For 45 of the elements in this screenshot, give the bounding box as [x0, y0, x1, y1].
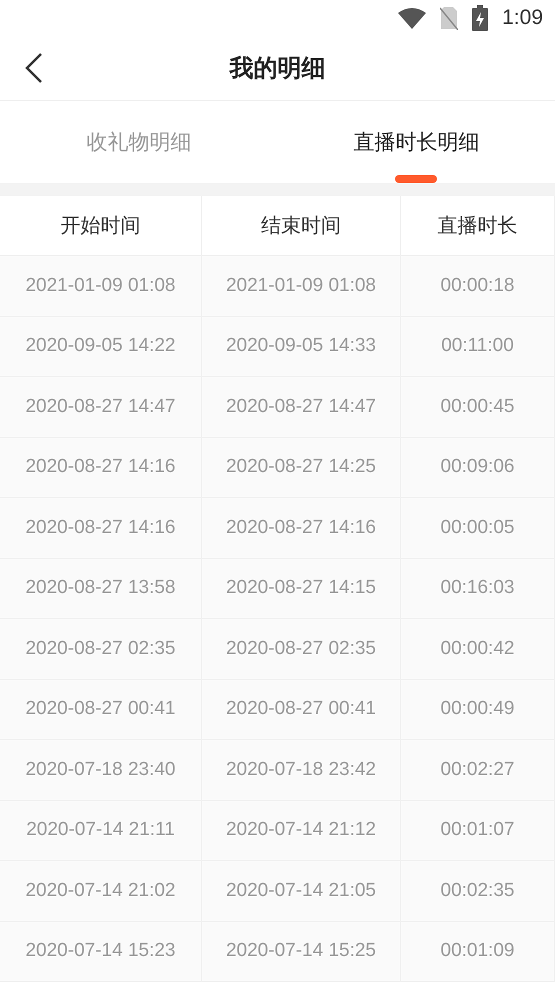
table-cell: 2020-07-14 21:11 — [0, 800, 202, 861]
table-cell: 2020-07-14 21:12 — [202, 800, 401, 861]
table-cell: 2020-07-14 21:05 — [202, 861, 401, 922]
table-cell: 2020-09-05 14:33 — [202, 316, 401, 377]
table-cell: 2020-08-27 14:16 — [0, 438, 202, 498]
table-cell: 2020-07-18 23:42 — [202, 740, 401, 800]
table-cell: 2020-08-27 14:16 — [0, 498, 202, 558]
table-cell: 00:00:42 — [401, 619, 555, 680]
table-cell: 00:00:05 — [401, 498, 555, 558]
table-cell: 00:01:07 — [401, 800, 555, 861]
table-cell: 2020-08-27 02:35 — [202, 619, 401, 680]
table-cell: 2020-09-05 14:22 — [0, 316, 202, 377]
table-cell: 00:16:03 — [401, 558, 555, 619]
table-cell: 00:00:18 — [401, 256, 555, 316]
no-sim-icon — [440, 6, 458, 30]
table-cell: 2021-01-09 01:08 — [202, 256, 401, 316]
table-cell: 2020-07-18 23:40 — [0, 740, 202, 800]
battery-charging-icon — [472, 5, 488, 31]
table-cell: 2020-07-14 21:02 — [0, 861, 202, 922]
column-header: 结束时间 — [202, 196, 401, 256]
table-cell: 2020-08-27 14:16 — [202, 498, 401, 558]
table-cell: 2020-08-27 00:41 — [202, 680, 401, 740]
table-cell: 00:02:27 — [401, 740, 555, 800]
status-time: 1:09 — [502, 6, 543, 30]
tab[interactable]: 直播时长明细 — [278, 101, 555, 183]
table-cell: 2020-08-27 14:47 — [0, 377, 202, 438]
table-cell: 2021-01-09 01:08 — [0, 256, 202, 316]
page-title: 我的明细 — [230, 53, 326, 84]
table-cell: 2020-08-27 14:47 — [202, 377, 401, 438]
table-cell: 2020-07-14 15:25 — [202, 922, 401, 982]
table-cell: 2020-08-27 14:15 — [202, 558, 401, 619]
table-cell: 2020-08-27 00:41 — [0, 680, 202, 740]
table-cell: 00:11:00 — [401, 316, 555, 377]
table-cell: 00:09:06 — [401, 438, 555, 498]
table-cell: 00:02:35 — [401, 861, 555, 922]
column-header: 直播时长 — [401, 196, 555, 256]
column-header: 开始时间 — [0, 196, 202, 256]
wifi-icon — [398, 7, 426, 29]
table-cell: 2020-08-27 14:25 — [202, 438, 401, 498]
table-cell: 2020-07-14 15:23 — [0, 922, 202, 982]
table-cell: 2020-08-27 02:35 — [0, 619, 202, 680]
table-cell: 2020-08-27 13:58 — [0, 558, 202, 619]
table-cell: 00:01:09 — [401, 922, 555, 982]
table-cell: 00:00:49 — [401, 680, 555, 740]
table-cell: 00:00:45 — [401, 377, 555, 438]
